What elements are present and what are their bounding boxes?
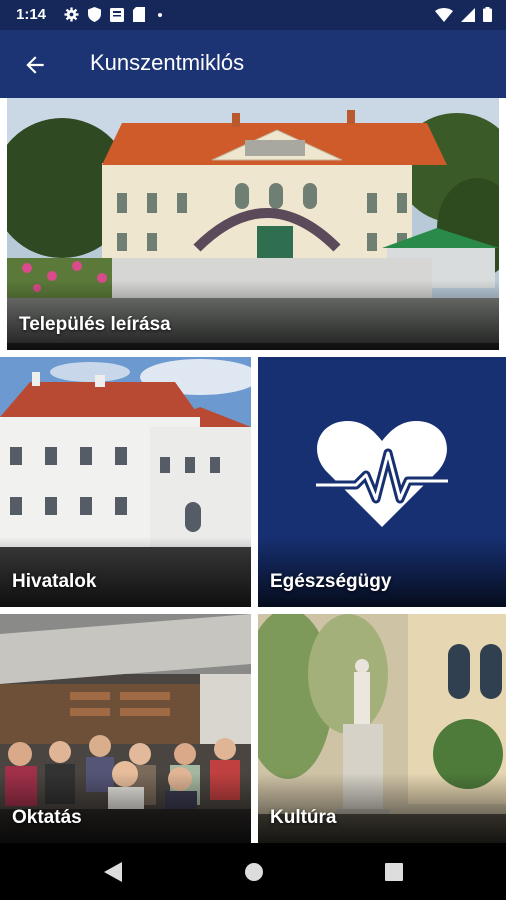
status-time: 1:14 <box>16 6 47 23</box>
tile-offices[interactable]: Hivatalok <box>0 357 251 607</box>
category-grid: Település leírása Hivatalok Egészségügy … <box>0 98 506 843</box>
shield-icon <box>88 7 101 22</box>
tile-label: Egészségügy <box>270 571 392 592</box>
back-triangle-icon[interactable] <box>104 862 122 882</box>
tile-town-description[interactable]: Település leírása <box>7 98 499 350</box>
tile-label: Oktatás <box>12 807 82 828</box>
home-circle-icon[interactable] <box>244 862 264 882</box>
dot-icon <box>158 12 162 17</box>
battery-icon <box>483 7 492 22</box>
system-nav-bar <box>0 843 506 900</box>
heart-pulse-icon <box>316 421 448 527</box>
wifi-icon <box>435 7 453 22</box>
arrow-left-icon[interactable] <box>22 52 48 78</box>
sd-card-icon <box>133 7 145 22</box>
tile-culture[interactable]: Kultúra <box>258 614 506 843</box>
tile-label: Kultúra <box>270 807 337 828</box>
app-bar: Kunszentmiklós <box>0 30 506 98</box>
signal-icon <box>461 7 475 22</box>
page-title: Kunszentmiklós <box>90 50 245 75</box>
status-bar: 1:14 <box>0 0 506 30</box>
tile-education[interactable]: Oktatás <box>0 614 251 843</box>
tile-label: Település leírása <box>19 314 171 335</box>
tile-label: Hivatalok <box>12 571 97 592</box>
settings-icon <box>64 7 79 22</box>
recents-square-icon[interactable] <box>385 863 403 881</box>
tile-health[interactable]: Egészségügy <box>258 357 506 607</box>
news-icon <box>110 7 124 22</box>
